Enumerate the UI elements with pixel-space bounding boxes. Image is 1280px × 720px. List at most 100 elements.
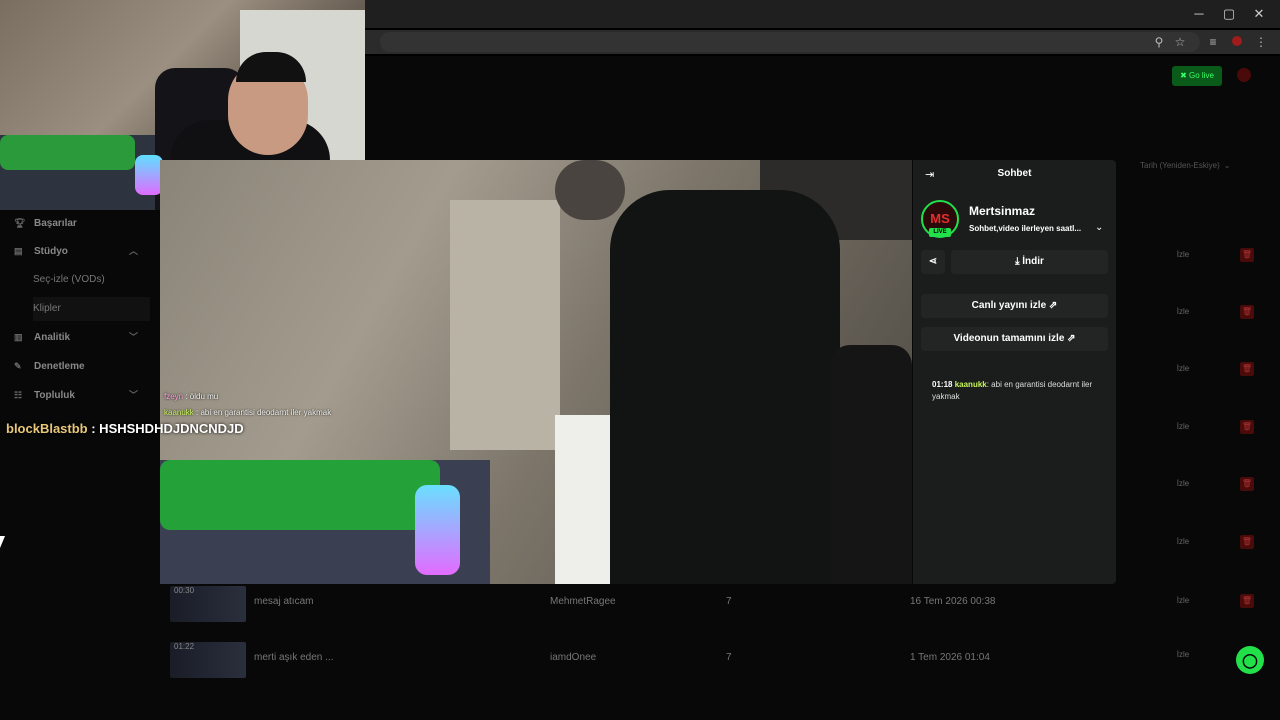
watch-button[interactable]: İzle [1168, 648, 1198, 662]
chat-panel: ⇥ Sohbet MS LIVE Mertsinmaz Sohbet,video… [913, 160, 1116, 584]
chevron-down-icon[interactable]: ⌄ [1095, 222, 1103, 233]
watch-button[interactable]: İzle [1168, 535, 1198, 549]
sidebar-item-clips[interactable]: Klipler [33, 297, 150, 321]
bookmark-star-icon[interactable]: ☆ [1171, 34, 1189, 50]
watch-button[interactable]: İzle [1168, 420, 1198, 434]
sidebar-item-achievements[interactable]: 🏆︎ Başarılar [0, 211, 150, 235]
rgb-microphone [135, 155, 163, 195]
green-pillow [0, 135, 135, 170]
chat-text: : öldu mu [183, 392, 219, 401]
sidebar-item-studio[interactable]: ▤ Stüdyo ︿ [0, 239, 150, 263]
media-control-icon[interactable]: ≡ [1204, 34, 1222, 50]
chat-bubble-icon: ◯ [1242, 652, 1258, 668]
clip-count: 7 [726, 596, 732, 607]
watch-button[interactable]: İzle [1168, 362, 1198, 376]
maximize-button[interactable]: ▢ [1214, 4, 1244, 24]
channel-subtitle: Sohbet,video ilerleyen saatl... [969, 224, 1082, 233]
download-button[interactable]: ⤓ İndir [951, 250, 1108, 274]
clip-title: mesaj atıcam [254, 596, 314, 607]
zoom-icon[interactable]: ⚲ [1150, 34, 1168, 50]
close-button[interactable]: ✕ [1244, 4, 1274, 24]
watch-full-label: Videonun tamamını izle [953, 333, 1065, 344]
profile-icon[interactable] [1228, 34, 1246, 50]
share-button[interactable]: ⋖ [921, 250, 945, 274]
chevron-down-icon: ﹀ [128, 332, 138, 342]
chat-username: kaanukk [954, 380, 987, 389]
watch-button[interactable]: İzle [1168, 477, 1198, 491]
clip-duration: 00:30 [174, 586, 195, 595]
watch-button[interactable]: İzle [1168, 248, 1198, 262]
chat-timestamp: 01:18 [932, 380, 953, 389]
sidebar-item-analytics[interactable]: ▥ Analitik ﹀ [0, 325, 150, 349]
video-player[interactable] [160, 160, 912, 584]
mouse-cursor [0, 536, 5, 548]
external-link-icon: ⇗ [1046, 300, 1058, 311]
watch-full-video-button[interactable]: Videonun tamamını izle ⇗ [921, 327, 1108, 351]
sort-label: Tarih (Yeniden-Eskiye) [1140, 161, 1220, 170]
chat-text: : HSHSHDHDJDNCNDJD [87, 421, 244, 436]
clip-count: 7 [726, 652, 732, 663]
chat-message: 01:18 kaanukk: abi en garantisi deodarnt… [932, 379, 1102, 403]
person-head [555, 160, 625, 220]
rgb-microphone [415, 485, 460, 575]
studio-icon: ▤ [14, 246, 23, 256]
sidebar-item-community[interactable]: ☷ Topluluk ﹀ [0, 383, 150, 407]
chevron-up-icon: ︿ [128, 246, 138, 256]
delete-icon[interactable]: 🗑︎ [1240, 535, 1254, 549]
clip-author: iamdOnee [550, 652, 597, 663]
sidebar-item-label: Stüdyo [34, 246, 68, 257]
table-row[interactable]: 00:30 mesaj atıcam MehmetRagee 7 16 Tem … [160, 582, 1280, 638]
trophy-icon: 🏆︎ [14, 218, 26, 228]
chevron-down-icon: ⌄ [1223, 161, 1231, 170]
delete-icon[interactable]: 🗑︎ [1240, 362, 1254, 376]
community-icon: ☷ [14, 390, 23, 400]
clip-date: 16 Tem 2026 00:38 [910, 596, 996, 607]
delete-icon[interactable]: 🗑︎ [1240, 594, 1254, 608]
sidebar-item-label: Başarılar [34, 218, 77, 229]
table-row[interactable]: 01:22 merti aşık eden ... iamdOnee 7 1 T… [160, 638, 1280, 694]
channel-name[interactable]: Mertsinmaz [969, 204, 1035, 218]
chat-username: fzeyn [164, 392, 184, 401]
download-label: İndir [1022, 256, 1044, 267]
sidebar-item-label: Analitik [34, 332, 71, 343]
delete-icon[interactable]: 🗑︎ [1240, 248, 1254, 262]
external-link-icon: ⇗ [1064, 333, 1076, 344]
clip-title: merti aşık eden ... [254, 652, 334, 663]
person-body [610, 190, 840, 584]
sidebar-item-moderation[interactable]: ✎ Denetleme [0, 354, 150, 378]
watch-live-button[interactable]: Canlı yayını izle ⇗ [921, 294, 1108, 318]
go-live-icon: ✖ [1180, 71, 1190, 80]
delete-icon[interactable]: 🗑︎ [1240, 305, 1254, 319]
green-pillow [160, 460, 440, 530]
sort-dropdown[interactable]: Tarih (Yeniden-Eskiye) ⌄ [1140, 158, 1260, 174]
avatar[interactable] [1237, 68, 1251, 82]
chat-title: Sohbet [997, 168, 1032, 179]
gaming-chair [830, 345, 912, 584]
address-bar[interactable] [380, 32, 1200, 52]
support-chat-button[interactable]: ◯ [1236, 646, 1264, 674]
chat-username: kaanukk [164, 408, 194, 417]
browser-menu-icon[interactable]: ⋮ [1252, 34, 1270, 50]
clip-date: 1 Tem 2026 01:04 [910, 652, 990, 663]
chart-icon: ▥ [14, 332, 23, 342]
chat-username: blockBlastbb [6, 421, 88, 436]
sidebar: 🏆︎ Başarılar ▤ Stüdyo ︿ Seç-izle (VODs) Kli… [0, 210, 160, 440]
live-badge: LIVE [929, 228, 951, 237]
watch-button[interactable]: İzle [1168, 305, 1198, 319]
wall-door [450, 200, 560, 450]
stream-chat-overlay: blockBlastbb : HSHSHDHDJDNCNDJD [6, 421, 244, 436]
wrench-icon: ✎ [14, 361, 22, 371]
chat-text: : abi en garantisi deodarnt iler yakmak [193, 408, 332, 417]
delete-icon[interactable]: 🗑︎ [1240, 477, 1254, 491]
sidebar-item-vods[interactable]: Seç-izle (VODs) [33, 268, 153, 292]
sidebar-item-label: Topluluk [34, 390, 75, 401]
overlay-chat-message: fzeyn : öldu mu [164, 392, 218, 401]
overlay-chat-message: kaanukk : abi en garantisi deodarnt iler… [164, 408, 331, 417]
clip-duration: 01:22 [174, 642, 195, 651]
chevron-down-icon: ﹀ [128, 390, 138, 400]
share-icon: ⋖ [928, 256, 938, 267]
watch-button[interactable]: İzle [1168, 594, 1198, 608]
minimize-button[interactable]: ─ [1184, 4, 1214, 24]
go-live-button[interactable]: ✖ Go live [1172, 66, 1222, 86]
delete-icon[interactable]: 🗑︎ [1240, 420, 1254, 434]
